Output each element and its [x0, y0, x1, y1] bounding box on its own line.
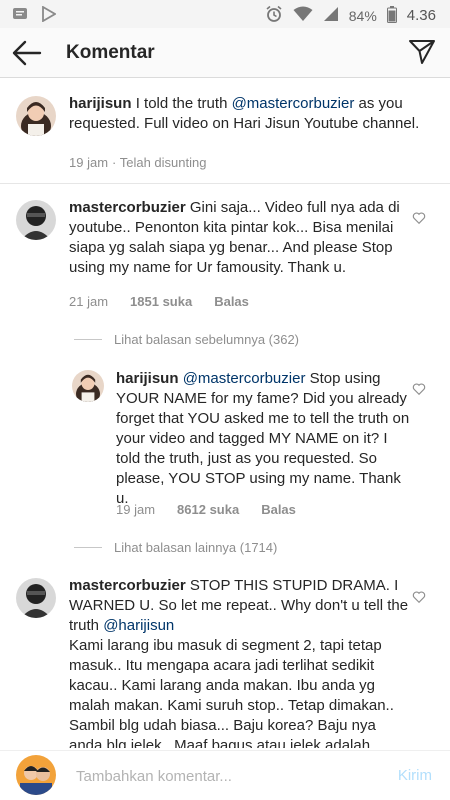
comment-input[interactable]	[76, 765, 376, 787]
post-button[interactable]: Kirim	[398, 767, 432, 784]
post-caption: harijisun I told the truth @mastercorbuz…	[0, 78, 450, 184]
reply-button[interactable]: Balas	[214, 294, 249, 309]
heart-icon[interactable]	[412, 211, 426, 225]
view-more-replies-label[interactable]: Lihat balasan lainnya (1714)	[114, 540, 277, 555]
comment-likes[interactable]: 1851 suka	[130, 294, 192, 309]
reply-time: 19 jam	[116, 502, 156, 517]
status-bar: 84% 4.36	[0, 0, 450, 28]
divider	[74, 339, 102, 340]
play-store-icon	[42, 5, 57, 25]
heart-icon[interactable]	[412, 382, 426, 396]
caption-text-part: I told the truth	[135, 95, 232, 112]
comment-time: 21 jam	[69, 294, 109, 309]
battery-percent: 84%	[348, 7, 377, 24]
caption-text: harijisun I told the truth @mastercorbuz…	[69, 94, 429, 134]
comment-username[interactable]: mastercorbuzier	[69, 577, 186, 594]
reply-username[interactable]: harijisun	[116, 370, 179, 387]
reply-mention-link[interactable]: @mastercorbuzier	[183, 370, 306, 387]
reply-body: Stop using YOUR NAME for my fame? Did yo…	[116, 370, 410, 507]
caption-username[interactable]: harijisun	[69, 95, 132, 112]
caption-time: 19 jam	[69, 155, 109, 170]
comment-meta: 21 jam 1851 suka Balas	[69, 294, 249, 309]
comment-username[interactable]: mastercorbuzier	[69, 199, 186, 216]
caption-edited-label: · Telah disunting	[112, 155, 207, 170]
back-arrow-icon[interactable]	[12, 39, 42, 67]
page-title: Komentar	[66, 42, 155, 63]
caption-meta: 19 jam · Telah disunting	[69, 155, 206, 170]
comment-mention-link[interactable]: @harijisun	[103, 617, 174, 634]
wifi-icon	[293, 6, 313, 25]
comment-composer: Kirim	[0, 750, 450, 800]
comment-body: Kami larang ibu masuk di segment 2, tapi…	[69, 637, 394, 748]
direct-send-icon[interactable]	[408, 38, 436, 66]
view-previous-replies-label[interactable]: Lihat balasan sebelumnya (362)	[114, 332, 299, 347]
avatar[interactable]	[16, 200, 56, 240]
comment-text: mastercorbuzier Gini saja... Video full …	[69, 198, 409, 278]
notification-icon	[12, 6, 28, 25]
comment-text: mastercorbuzier STOP THIS STUPID DRAMA. …	[69, 576, 409, 748]
view-previous-replies[interactable]: Lihat balasan sebelumnya (362)	[74, 332, 299, 347]
heart-icon[interactable]	[412, 590, 426, 604]
avatar[interactable]	[16, 96, 56, 136]
reply-meta: 19 jam 8612 suka Balas	[116, 502, 296, 517]
avatar[interactable]	[16, 578, 56, 618]
battery-icon	[386, 5, 397, 26]
reply-likes[interactable]: 8612 suka	[177, 502, 239, 517]
status-time: 4.36	[406, 7, 436, 24]
divider	[74, 547, 102, 548]
view-more-replies[interactable]: Lihat balasan lainnya (1714)	[74, 540, 277, 555]
top-bar: Komentar	[0, 28, 450, 78]
caption-mention-link[interactable]: @mastercorbuzier	[232, 95, 355, 112]
alarm-icon	[265, 5, 283, 26]
reply-button[interactable]: Balas	[261, 502, 296, 517]
avatar	[16, 755, 56, 795]
avatar[interactable]	[72, 370, 104, 402]
signal-icon	[323, 6, 339, 25]
reply-text: harijisun @mastercorbuzier Stop using YO…	[116, 369, 412, 509]
